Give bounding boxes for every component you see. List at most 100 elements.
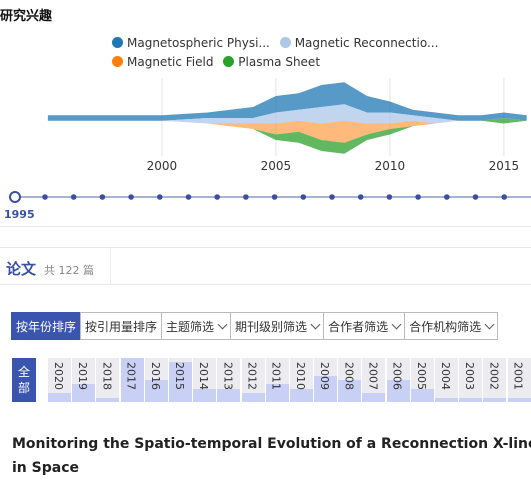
legend-marker xyxy=(279,37,291,48)
journal-level-filter-dropdown[interactable]: 期刊级别筛选 xyxy=(230,312,325,340)
timeline-tick[interactable] xyxy=(128,194,134,200)
chevron-down-icon xyxy=(310,319,321,329)
year-label: 2007 xyxy=(366,362,380,390)
year-filter-item[interactable]: 2020 xyxy=(48,358,71,402)
legend-label: Magnetospheric Physi... xyxy=(127,35,270,50)
timeline-tick[interactable] xyxy=(300,194,307,200)
legend-item[interactable]: Plasma Sheet xyxy=(223,52,320,71)
year-filter-item[interactable]: 2010 xyxy=(289,358,313,402)
timeline-tick[interactable] xyxy=(415,194,421,200)
x-tick-label: 2015 xyxy=(489,159,520,173)
year-count-bar xyxy=(410,388,434,402)
year-filter-item[interactable]: 2018 xyxy=(96,358,120,402)
timeline-tick[interactable] xyxy=(243,194,249,200)
legend-label: Magnetic Field xyxy=(127,54,214,69)
legend-item[interactable]: Magnetic Reconnectio... xyxy=(279,33,439,52)
all-years-button[interactable]: 全 部 xyxy=(12,358,36,402)
year-label: 2016 xyxy=(148,362,162,390)
year-label: 2010 xyxy=(293,362,307,390)
year-filter-item[interactable]: 2003 xyxy=(459,358,483,402)
timeline-tick[interactable] xyxy=(157,194,163,200)
year-filter-item[interactable]: 2009 xyxy=(314,358,338,402)
x-tick-label: 2010 xyxy=(375,159,406,173)
topic-filter-dropdown[interactable]: 主题筛选 xyxy=(161,312,232,340)
papers-title: 论文 xyxy=(6,260,37,278)
year-filter-item[interactable]: 2015 xyxy=(168,358,192,402)
year-filter-item[interactable]: 2016 xyxy=(144,358,168,402)
legend-marker xyxy=(112,37,123,48)
legend-item[interactable]: Magnetospheric Physi... xyxy=(112,33,270,52)
paper-title-link[interactable]: Monitoring the Spatio-temporal Evolution… xyxy=(12,432,531,480)
timeline-tick[interactable] xyxy=(329,194,335,200)
timeline-tick[interactable] xyxy=(42,194,48,200)
year-filter-item[interactable]: 2005 xyxy=(410,358,434,402)
timeline-slider[interactable] xyxy=(0,185,531,209)
year-label: 2005 xyxy=(414,362,428,390)
timeline-tick[interactable] xyxy=(472,194,479,200)
year-filter-item[interactable]: 2012 xyxy=(241,358,265,402)
year-label: 2015 xyxy=(172,362,186,390)
timeline-tick[interactable] xyxy=(214,194,220,200)
year-filter-item[interactable]: 2001 xyxy=(507,358,531,402)
year-count-bar xyxy=(241,393,265,402)
year-filter-item[interactable]: 2006 xyxy=(386,358,410,402)
sort-by-citation-button[interactable]: 按引用量排序 xyxy=(80,312,163,340)
legend-marker xyxy=(112,56,123,67)
year-filter-item[interactable]: 2002 xyxy=(483,358,507,402)
year-count-bar xyxy=(507,397,531,402)
year-count-bar xyxy=(459,397,483,402)
year-count-bar xyxy=(96,397,120,402)
year-filter-item[interactable]: 2008 xyxy=(338,358,362,402)
year-filter-item[interactable]: 2004 xyxy=(435,358,458,402)
year-count-bar xyxy=(193,388,217,402)
timeline-tick[interactable] xyxy=(357,194,364,200)
year-label: 2006 xyxy=(390,362,404,390)
year-count-bar xyxy=(289,388,313,402)
filter-label: 合作机构筛选 xyxy=(409,319,482,334)
timeline-handle[interactable] xyxy=(9,191,21,203)
x-tick-label: 2005 xyxy=(261,159,292,173)
year-filter-item[interactable]: 2011 xyxy=(265,358,289,402)
year-filter-item[interactable]: 2014 xyxy=(193,358,217,402)
year-label: 2020 xyxy=(52,362,65,390)
year-filter-item[interactable]: 2017 xyxy=(120,358,144,402)
divider xyxy=(0,226,531,227)
sort-by-year-button[interactable]: 按年份排序 xyxy=(11,312,82,340)
filter-label: 按年份排序 xyxy=(16,319,77,334)
chevron-down-icon xyxy=(391,319,402,329)
coauthor-filter-dropdown[interactable]: 合作者筛选 xyxy=(323,312,406,340)
streamgraph-chart: 2000 2005 2010 2015 xyxy=(47,78,527,173)
timeline-tick[interactable] xyxy=(185,194,192,200)
timeline-tick[interactable] xyxy=(386,194,393,200)
legend-label: Magnetic Reconnectio... xyxy=(294,35,439,50)
timeline-tick[interactable] xyxy=(99,194,106,200)
year-label: 2009 xyxy=(318,362,332,390)
year-label: 2014 xyxy=(197,362,211,390)
filter-label: 期刊级别筛选 xyxy=(235,319,308,334)
timeline-tick[interactable] xyxy=(501,194,508,200)
timeline-tick[interactable] xyxy=(444,194,450,200)
year-label: 2013 xyxy=(221,362,235,390)
x-tick-label: 2000 xyxy=(147,159,178,173)
year-label: 2012 xyxy=(245,362,259,390)
divider xyxy=(0,284,531,285)
chart-legend: Magnetospheric Physi... Magnetic Reconne… xyxy=(112,33,531,71)
year-label: 2011 xyxy=(269,362,283,390)
all-years-label: 全 xyxy=(17,365,30,379)
year-filter-item[interactable]: 2019 xyxy=(72,358,96,402)
year-count-bar xyxy=(362,393,386,402)
year-label: 2003 xyxy=(463,362,477,390)
filter-bar: 按年份排序 按引用量排序 主题筛选 期刊级别筛选 合作者筛选 合作机构筛选 xyxy=(11,312,499,340)
year-filter-item[interactable]: 2013 xyxy=(217,358,241,402)
legend-item[interactable]: Magnetic Field xyxy=(112,52,213,71)
year-filter-item[interactable]: 2007 xyxy=(362,358,386,402)
timeline-tick[interactable] xyxy=(70,194,77,200)
timeline-tick[interactable] xyxy=(271,194,278,200)
year-count-bar xyxy=(435,397,458,402)
year-label: 2017 xyxy=(124,362,138,390)
year-count-bar xyxy=(483,397,507,402)
papers-header: 论文 共 122 篇 xyxy=(0,248,111,284)
institution-filter-dropdown[interactable]: 合作机构筛选 xyxy=(404,312,499,340)
year-count-bar xyxy=(48,393,71,402)
papers-count: 共 122 篇 xyxy=(44,264,94,277)
